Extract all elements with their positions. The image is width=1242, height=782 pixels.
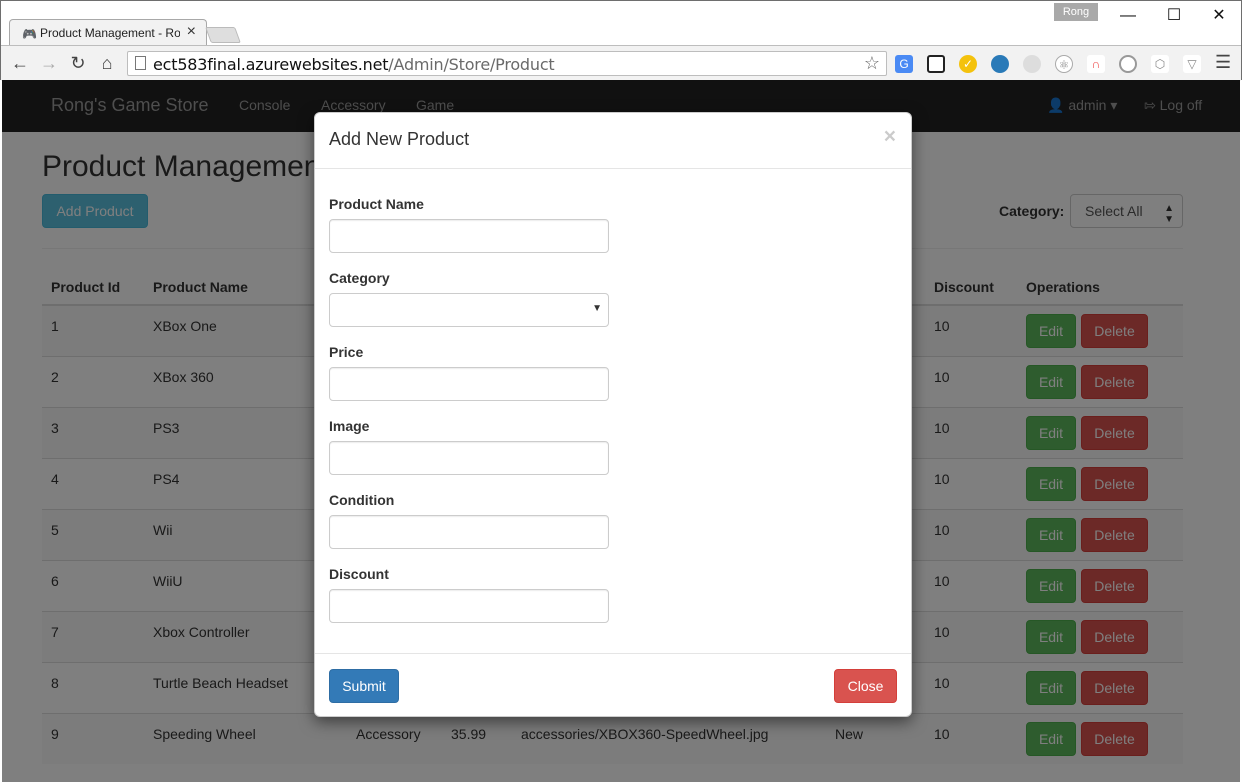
category-label: Category [329, 270, 390, 286]
menu-icon[interactable]: ☰ [1215, 52, 1231, 73]
gamepad-icon: 🎮 [22, 27, 37, 41]
window-close-icon[interactable]: ✕ [1196, 3, 1242, 29]
discount-input[interactable] [329, 589, 609, 623]
url-text: ect583final.azurewebsites.net/Admin/Stor… [153, 55, 555, 74]
browser-window: 🎮 Product Management - Rong × Rong — ☐ ✕… [0, 0, 1242, 81]
maximize-icon[interactable]: ☐ [1151, 3, 1197, 29]
modal-close-icon[interactable]: × [884, 125, 896, 149]
qr-code-extension-icon[interactable] [927, 55, 945, 73]
close-button[interactable]: Close [834, 669, 897, 703]
page-icon [135, 56, 146, 70]
browser-toolbar: ← → ↻ ⌂ ect583final.azurewebsites.net/Ad… [1, 45, 1241, 81]
globe-extension-icon[interactable] [991, 55, 1009, 73]
image-input[interactable] [329, 441, 609, 475]
home-icon[interactable]: ⌂ [96, 52, 118, 74]
modal-title: Add New Product [329, 129, 470, 149]
check-extension-icon[interactable]: ✓ [959, 55, 977, 73]
cube-extension-icon[interactable]: ⬡ [1151, 55, 1169, 73]
browser-tab[interactable]: 🎮 Product Management - Rong × [9, 19, 207, 46]
back-icon[interactable]: ← [9, 52, 31, 74]
reload-icon[interactable]: ↻ [67, 52, 89, 74]
bookmark-star-icon[interactable]: ☆ [864, 53, 880, 74]
tab-title: Product Management - Rong [40, 26, 180, 40]
address-bar[interactable]: ect583final.azurewebsites.net/Admin/Stor… [127, 51, 887, 76]
discount-label: Discount [329, 566, 389, 582]
tab-close-icon[interactable]: × [187, 23, 196, 41]
condition-input[interactable] [329, 515, 609, 549]
price-label: Price [329, 344, 364, 360]
category-select[interactable]: ▼ [329, 293, 609, 327]
minimize-icon[interactable]: — [1105, 3, 1151, 29]
forward-icon[interactable]: → [38, 52, 60, 74]
modal-footer: Submit Close [315, 653, 911, 717]
image-label: Image [329, 418, 370, 434]
shield-extension-icon[interactable]: ▽ [1183, 55, 1201, 73]
new-tab-button[interactable] [205, 27, 241, 43]
caret-down-icon: ▼ [592, 303, 602, 314]
translate-extension-icon[interactable]: G [895, 55, 913, 73]
profile-badge[interactable]: Rong [1054, 3, 1098, 21]
compass-extension-icon[interactable] [1119, 55, 1137, 73]
extension-icon[interactable] [1023, 55, 1041, 73]
modal-header: Add New Product × [315, 113, 911, 169]
product-name-label: Product Name [329, 196, 424, 212]
rainbow-extension-icon[interactable]: ∩ [1087, 55, 1105, 73]
tab-strip: 🎮 Product Management - Rong × Rong — ☐ ✕ [1, 1, 1242, 46]
price-input[interactable] [329, 367, 609, 401]
condition-label: Condition [329, 492, 395, 508]
product-name-input[interactable] [329, 219, 609, 253]
submit-button[interactable]: Submit [329, 669, 399, 703]
add-product-modal: Add New Product × Product Name Category … [314, 112, 912, 717]
react-extension-icon[interactable]: ⚛ [1055, 55, 1073, 73]
